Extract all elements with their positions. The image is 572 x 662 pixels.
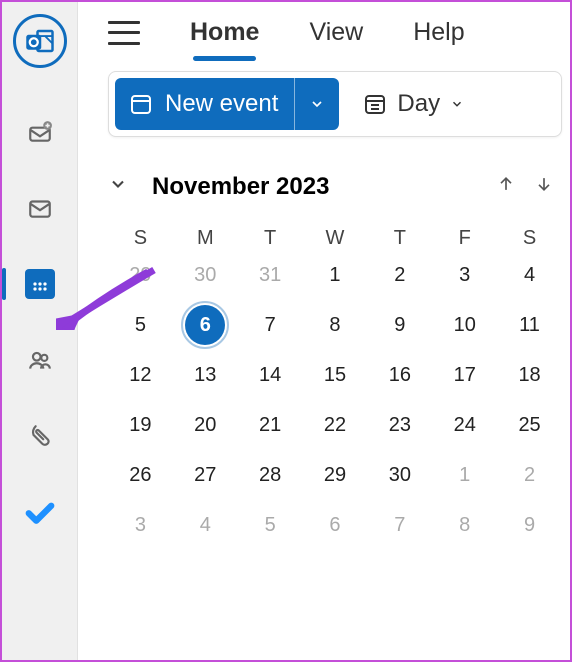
day-of-week-row: SMTWTFS — [108, 227, 562, 250]
new-event-button[interactable]: New event — [115, 78, 339, 130]
next-month-button[interactable] — [534, 174, 554, 200]
dow-cell: W — [303, 227, 368, 250]
date-cell[interactable]: 8 — [432, 500, 497, 550]
date-cell[interactable]: 30 — [173, 250, 238, 300]
files-icon[interactable] — [20, 416, 60, 456]
date-cell[interactable]: 7 — [238, 300, 303, 350]
date-cell[interactable]: 9 — [367, 300, 432, 350]
date-cell[interactable]: 20 — [173, 400, 238, 450]
new-event-label: New event — [153, 90, 294, 118]
calendar-day-icon — [129, 92, 153, 116]
date-cell[interactable]: 17 — [432, 350, 497, 400]
calendar-icon[interactable] — [20, 264, 60, 304]
date-cell[interactable]: 15 — [303, 350, 368, 400]
collapse-icon[interactable] — [108, 174, 128, 200]
outlook-icon — [25, 26, 55, 56]
date-cell[interactable]: 24 — [432, 400, 497, 450]
calendar-grid: 2930311234567891011121314151617181920212… — [108, 250, 562, 550]
date-cell[interactable]: 10 — [432, 300, 497, 350]
date-cell[interactable]: 2 — [367, 250, 432, 300]
date-cell[interactable]: 12 — [108, 350, 173, 400]
date-cell[interactable]: 16 — [367, 350, 432, 400]
tab-home[interactable]: Home — [190, 18, 259, 47]
date-cell[interactable]: 11 — [497, 300, 562, 350]
date-cell[interactable]: 29 — [108, 250, 173, 300]
date-cell[interactable]: 2 — [497, 450, 562, 500]
left-rail — [2, 2, 78, 660]
people-icon[interactable] — [20, 340, 60, 380]
chevron-down-icon — [309, 96, 325, 112]
date-row: 262728293012 — [108, 450, 562, 500]
date-row: 19202122232425 — [108, 400, 562, 450]
dow-cell: T — [238, 227, 303, 250]
month-title: November 2023 — [152, 173, 478, 201]
dow-cell: S — [497, 227, 562, 250]
date-cell[interactable]: 26 — [108, 450, 173, 500]
tab-view[interactable]: View — [309, 18, 363, 47]
hamburger-icon[interactable] — [108, 21, 140, 45]
date-cell[interactable]: 21 — [238, 400, 303, 450]
date-row: 3456789 — [108, 500, 562, 550]
date-cell[interactable]: 1 — [303, 250, 368, 300]
date-cell[interactable]: 27 — [173, 450, 238, 500]
date-cell[interactable]: 5 — [108, 300, 173, 350]
dow-cell: M — [173, 227, 238, 250]
date-cell[interactable]: 3 — [108, 500, 173, 550]
date-cell[interactable]: 30 — [367, 450, 432, 500]
date-cell[interactable]: 13 — [173, 350, 238, 400]
month-header: November 2023 — [108, 173, 562, 201]
todo-icon[interactable] — [20, 492, 60, 532]
date-cell[interactable]: 4 — [497, 250, 562, 300]
date-cell[interactable]: 4 — [173, 500, 238, 550]
dow-cell: S — [108, 227, 173, 250]
date-row: 2930311234 — [108, 250, 562, 300]
day-label: Day — [397, 90, 440, 118]
date-cell[interactable]: 28 — [238, 450, 303, 500]
day-view-button[interactable]: Day — [349, 78, 472, 130]
new-event-dropdown[interactable] — [294, 78, 339, 130]
date-cell[interactable]: 14 — [238, 350, 303, 400]
date-cell[interactable]: 31 — [238, 250, 303, 300]
toolbar: New event Day — [108, 71, 562, 137]
date-cell[interactable]: 23 — [367, 400, 432, 450]
chevron-down-icon — [450, 97, 464, 111]
date-cell[interactable]: 5 — [238, 500, 303, 550]
mail-icon[interactable] — [20, 188, 60, 228]
main-content: Home View Help New event Day November 20… — [78, 2, 570, 660]
date-cell[interactable]: 6 — [303, 500, 368, 550]
date-cell[interactable]: 9 — [497, 500, 562, 550]
date-cell[interactable]: 25 — [497, 400, 562, 450]
tab-help[interactable]: Help — [413, 18, 464, 47]
day-icon — [363, 92, 387, 116]
new-mail-icon[interactable] — [20, 112, 60, 152]
date-cell[interactable]: 8 — [303, 300, 368, 350]
date-cell[interactable]: 1 — [432, 450, 497, 500]
date-cell[interactable]: 18 — [497, 350, 562, 400]
outlook-logo[interactable] — [13, 14, 67, 68]
dow-cell: F — [432, 227, 497, 250]
date-cell[interactable]: 6 — [173, 300, 238, 350]
date-cell[interactable]: 22 — [303, 400, 368, 450]
date-cell[interactable]: 29 — [303, 450, 368, 500]
date-cell[interactable]: 3 — [432, 250, 497, 300]
date-cell[interactable]: 7 — [367, 500, 432, 550]
date-row: 12131415161718 — [108, 350, 562, 400]
date-cell[interactable]: 19 — [108, 400, 173, 450]
dow-cell: T — [367, 227, 432, 250]
prev-month-button[interactable] — [496, 174, 516, 200]
tabs-row: Home View Help — [108, 18, 562, 47]
date-row: 567891011 — [108, 300, 562, 350]
